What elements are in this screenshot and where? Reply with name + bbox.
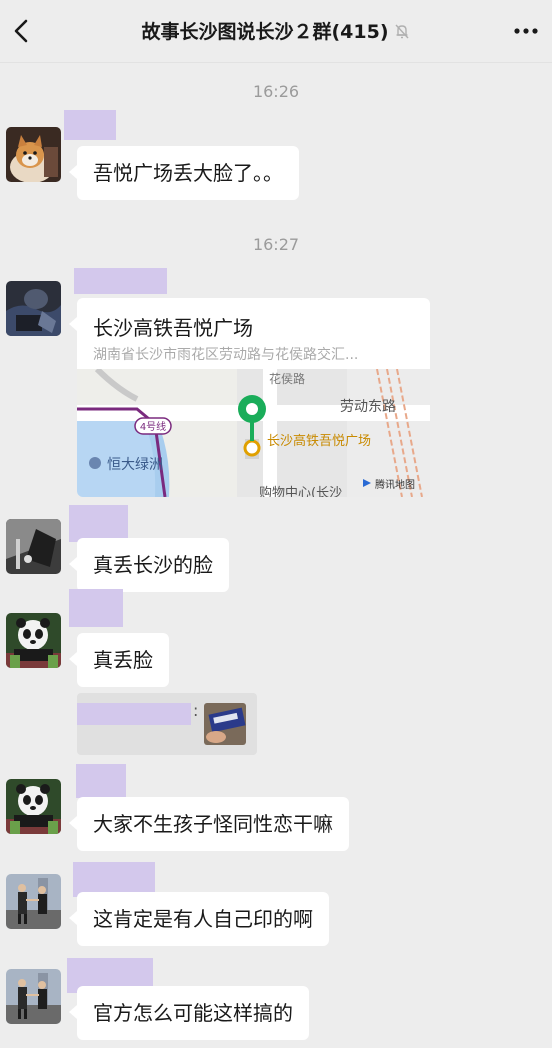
map-road-label: 劳动东路 [340, 399, 396, 415]
quoted-sender-redacted [77, 703, 191, 725]
location-address: 湖南省长沙市雨花区劳动路与花侯路交汇... [93, 347, 359, 363]
map-provider: 腾讯地图 [375, 478, 415, 491]
timestamp: 16:26 [252, 82, 300, 101]
avatar[interactable] [6, 874, 61, 929]
avatar[interactable] [6, 281, 61, 336]
more-icon[interactable] [512, 22, 540, 40]
map-line-label: 4号线 [140, 420, 166, 433]
message-bubble[interactable]: 大家不生孩子怪同性恋干嘛 [69, 797, 349, 851]
sender-name-redacted [69, 505, 128, 542]
avatar[interactable] [6, 519, 61, 574]
avatar[interactable] [6, 969, 61, 1024]
quoted-image-thumbnail[interactable] [204, 703, 246, 745]
message-bubble[interactable]: 官方怎么可能这样搞的 [69, 986, 309, 1040]
quoted-message[interactable]: : [77, 693, 257, 755]
map-poi-left: 恒大绿洲 [107, 457, 163, 473]
chat-title: 故事长沙图说长沙２群(415) [0, 17, 552, 44]
sender-name-redacted [76, 764, 126, 798]
message-bubble[interactable]: 真丢长沙的脸 [69, 538, 229, 592]
quote-colon: : [193, 701, 199, 720]
sender-name-redacted [74, 268, 167, 294]
avatar[interactable] [6, 779, 61, 834]
avatar[interactable] [6, 613, 61, 668]
chat-header: 故事长沙图说长沙２群(415) [0, 0, 552, 63]
avatar[interactable] [6, 127, 61, 182]
sender-name-redacted [69, 589, 123, 627]
map-poi-bottom: 购物中心(长沙 [259, 485, 342, 497]
location-title: 长沙高铁吾悦广场 [93, 316, 253, 340]
location-card[interactable]: 长沙高铁吾悦广场 湖南省长沙市雨花区劳动路与花侯路交汇... 4号线 恒大绿洲 … [69, 298, 430, 497]
map-poi-main: 长沙高铁吾悦广场 [267, 433, 371, 449]
message-bubble[interactable]: 这肯定是有人自己印的啊 [69, 892, 329, 946]
message-bubble[interactable]: 真丢脸 [69, 633, 169, 687]
sender-name-redacted [64, 110, 116, 140]
map-road-top: 花侯路 [269, 371, 305, 386]
mute-bell-icon [395, 24, 409, 39]
timestamp: 16:27 [252, 235, 300, 254]
message-bubble[interactable]: 吾悦广场丢大脸了。。 [69, 146, 299, 200]
map-preview[interactable]: 4号线 恒大绿洲 劳动东路 花侯路 长沙高铁吾悦广场 购物中心(长沙 腾讯地图 [77, 369, 430, 497]
